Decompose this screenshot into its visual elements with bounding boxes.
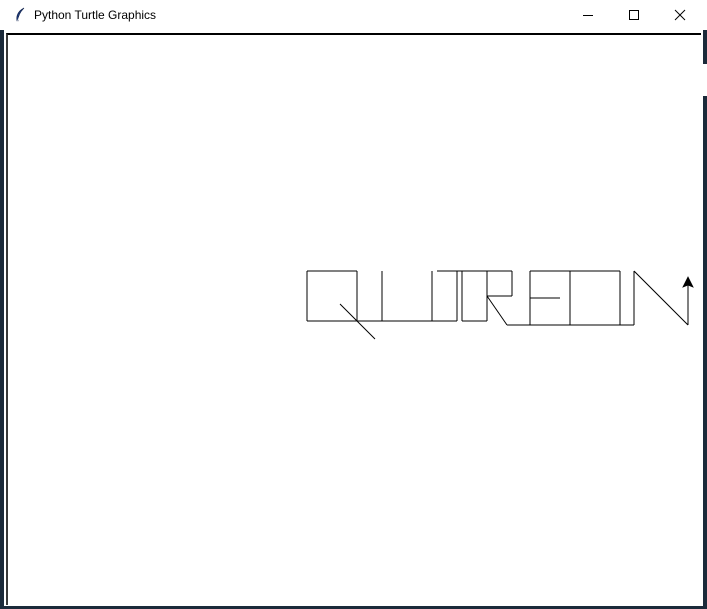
letter-e: [507, 270, 570, 326]
turtle-window: Python Turtle Graphics: [0, 0, 707, 609]
letter-u: [357, 271, 433, 322]
turtle-drawing: [306, 270, 694, 340]
letter-t: [437, 270, 487, 322]
letter-n: [620, 270, 689, 326]
letter-i: [432, 271, 458, 322]
letter-r: [486, 270, 513, 326]
letter-o: [569, 270, 621, 326]
letter-q: [306, 270, 376, 340]
